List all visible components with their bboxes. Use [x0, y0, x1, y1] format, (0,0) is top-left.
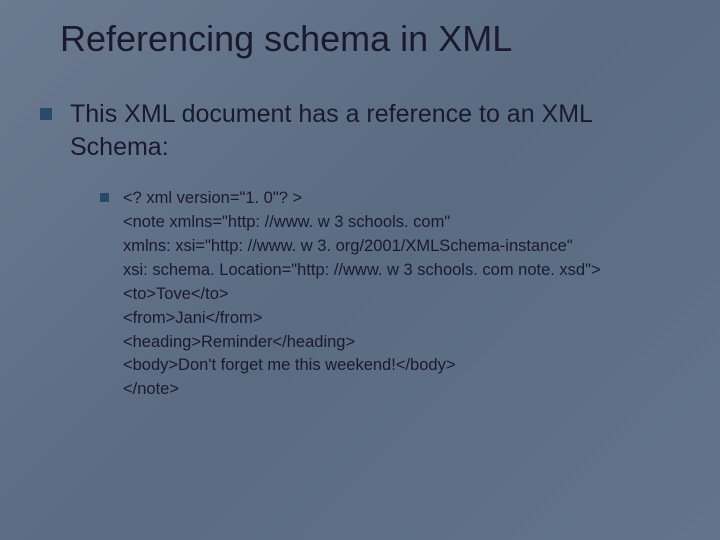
code-line: xmlns: xsi="http: //www. w 3. org/2001/X… — [123, 235, 601, 259]
bullet-icon — [100, 193, 109, 202]
code-line: <? xml version="1. 0"? > — [123, 187, 601, 211]
sub-bullet-row: <? xml version="1. 0"? > <note xmlns="ht… — [100, 187, 680, 402]
code-line: <to>Tove</to> — [123, 283, 601, 307]
code-line: <note xmlns="http: //www. w 3 schools. c… — [123, 211, 601, 235]
slide-container: Referencing schema in XML This XML docum… — [0, 0, 720, 432]
code-line: </note> — [123, 378, 601, 402]
code-line: <body>Don't forget me this weekend!</bod… — [123, 354, 601, 378]
main-bullet-text: This XML document has a reference to an … — [70, 98, 680, 163]
main-bullet-row: This XML document has a reference to an … — [40, 98, 680, 163]
code-line: <heading>Reminder</heading> — [123, 331, 601, 355]
slide-title: Referencing schema in XML — [60, 18, 680, 60]
code-line: <from>Jani</from> — [123, 307, 601, 331]
bullet-icon — [40, 108, 52, 120]
code-block: <? xml version="1. 0"? > <note xmlns="ht… — [123, 187, 601, 402]
code-line: xsi: schema. Location="http: //www. w 3 … — [123, 259, 601, 283]
